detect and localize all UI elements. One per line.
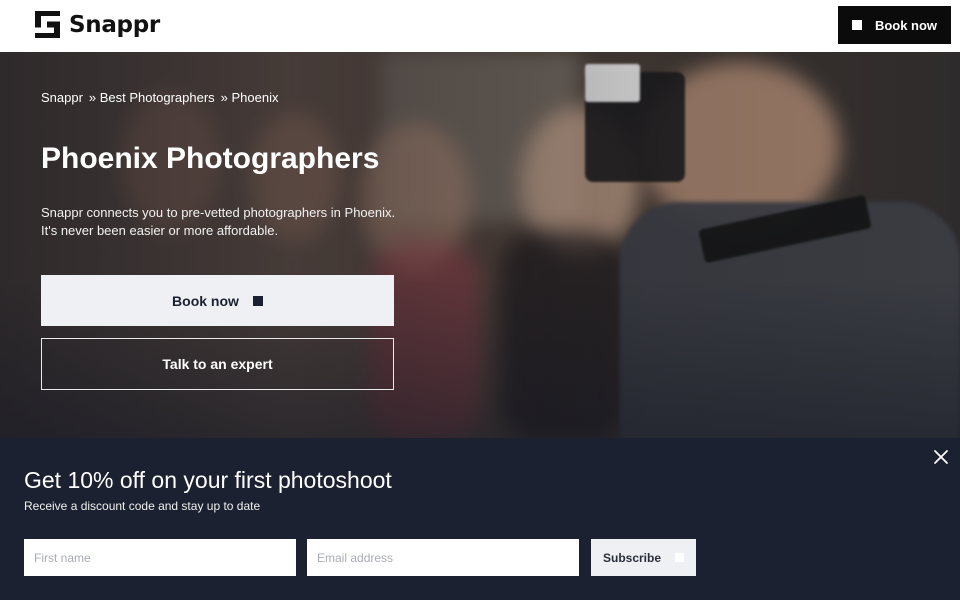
close-icon[interactable]	[932, 448, 950, 466]
hero-section: Snappr » Best Photographers » Phoenix Ph…	[0, 52, 960, 438]
breadcrumb: Snappr » Best Photographers » Phoenix	[41, 90, 279, 105]
subscribe-button[interactable]: Subscribe	[591, 539, 696, 576]
site-header: Snappr Book now	[0, 0, 960, 52]
breadcrumb-item-best-photographers[interactable]: » Best Photographers	[89, 90, 215, 105]
talk-to-expert-label: Talk to an expert	[162, 356, 273, 372]
brand-name: Snappr	[69, 11, 160, 38]
hero-book-label: Book now	[172, 292, 239, 309]
page-title: Phoenix Photographers	[41, 142, 380, 175]
square-icon	[851, 20, 862, 30]
hero-book-button[interactable]: Book now	[41, 275, 394, 326]
square-icon	[675, 553, 685, 562]
square-icon	[252, 295, 263, 306]
snappr-logo-icon	[35, 11, 60, 38]
header-book-label: Book now	[874, 17, 938, 33]
talk-to-expert-button[interactable]: Talk to an expert	[41, 338, 394, 390]
breadcrumb-item-snappr[interactable]: Snappr	[41, 90, 83, 105]
first-name-field[interactable]	[24, 539, 296, 576]
header-book-button[interactable]: Book now	[838, 6, 951, 44]
popup-subtitle: Receive a discount code and stay up to d…	[24, 499, 261, 513]
email-field[interactable]	[307, 539, 579, 576]
hero-description: Snappr connects you to pre-vetted photog…	[41, 205, 396, 238]
breadcrumb-item-phoenix[interactable]: » Phoenix	[221, 90, 279, 105]
popup-title: Get 10% off on your first photoshoot	[24, 467, 392, 493]
discount-popup: Get 10% off on your first photoshoot Rec…	[0, 438, 960, 600]
subscribe-label: Subscribe	[602, 550, 662, 565]
brand-logo[interactable]: Snappr	[35, 11, 160, 38]
